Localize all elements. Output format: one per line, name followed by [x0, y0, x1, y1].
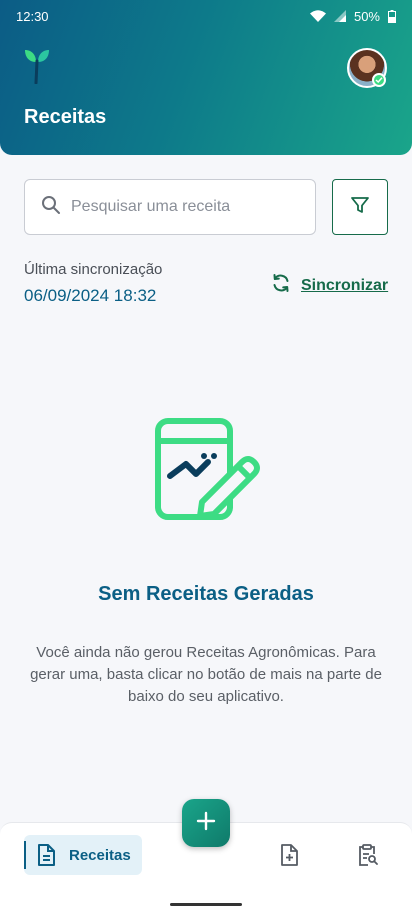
- status-icons: 50%: [309, 8, 396, 24]
- page-title: Receitas: [24, 106, 107, 128]
- search-input[interactable]: [71, 198, 301, 216]
- refresh-icon: [271, 273, 291, 298]
- sync-button[interactable]: Sincronizar: [271, 273, 388, 298]
- battery-icon: [388, 9, 396, 23]
- home-indicator[interactable]: [170, 903, 242, 906]
- signal-icon: [333, 10, 346, 22]
- sync-date: 06/09/2024 18:32: [24, 286, 157, 305]
- sync-label: Última sincronização: [24, 261, 163, 278]
- system-gesture-bar: [0, 888, 412, 915]
- battery-level: 50%: [353, 8, 380, 24]
- sprout-logo-icon: [24, 48, 50, 85]
- document-add-icon[interactable]: [280, 844, 298, 866]
- add-recipe-button[interactable]: [182, 799, 230, 847]
- filter-button[interactable]: [332, 179, 388, 235]
- nav-item-label: Receitas: [69, 846, 131, 864]
- empty-state-message: Você ainda não gerou Receitas Agronômica…: [30, 644, 382, 705]
- sync-button-label: Sincronizar: [301, 276, 389, 294]
- nav-item-receitas[interactable]: Receitas: [24, 835, 142, 875]
- document-icon: [37, 844, 55, 866]
- empty-state-title: Sem Receitas Geradas: [98, 583, 314, 605]
- search-icon: [41, 195, 61, 220]
- filter-icon: [350, 195, 370, 220]
- status-bar: 12:30 50%: [0, 0, 412, 32]
- check-badge-icon: [372, 73, 386, 87]
- app-header: 12:30 50% Receitas: [0, 0, 412, 155]
- empty-recipe-illustration-icon: [150, 416, 262, 526]
- status-time: 12:30: [16, 8, 49, 24]
- wifi-icon: [309, 10, 326, 22]
- clipboard-search-icon[interactable]: [358, 844, 378, 866]
- active-indicator: [24, 841, 26, 869]
- plus-icon: [196, 811, 216, 836]
- search-field[interactable]: [24, 179, 316, 235]
